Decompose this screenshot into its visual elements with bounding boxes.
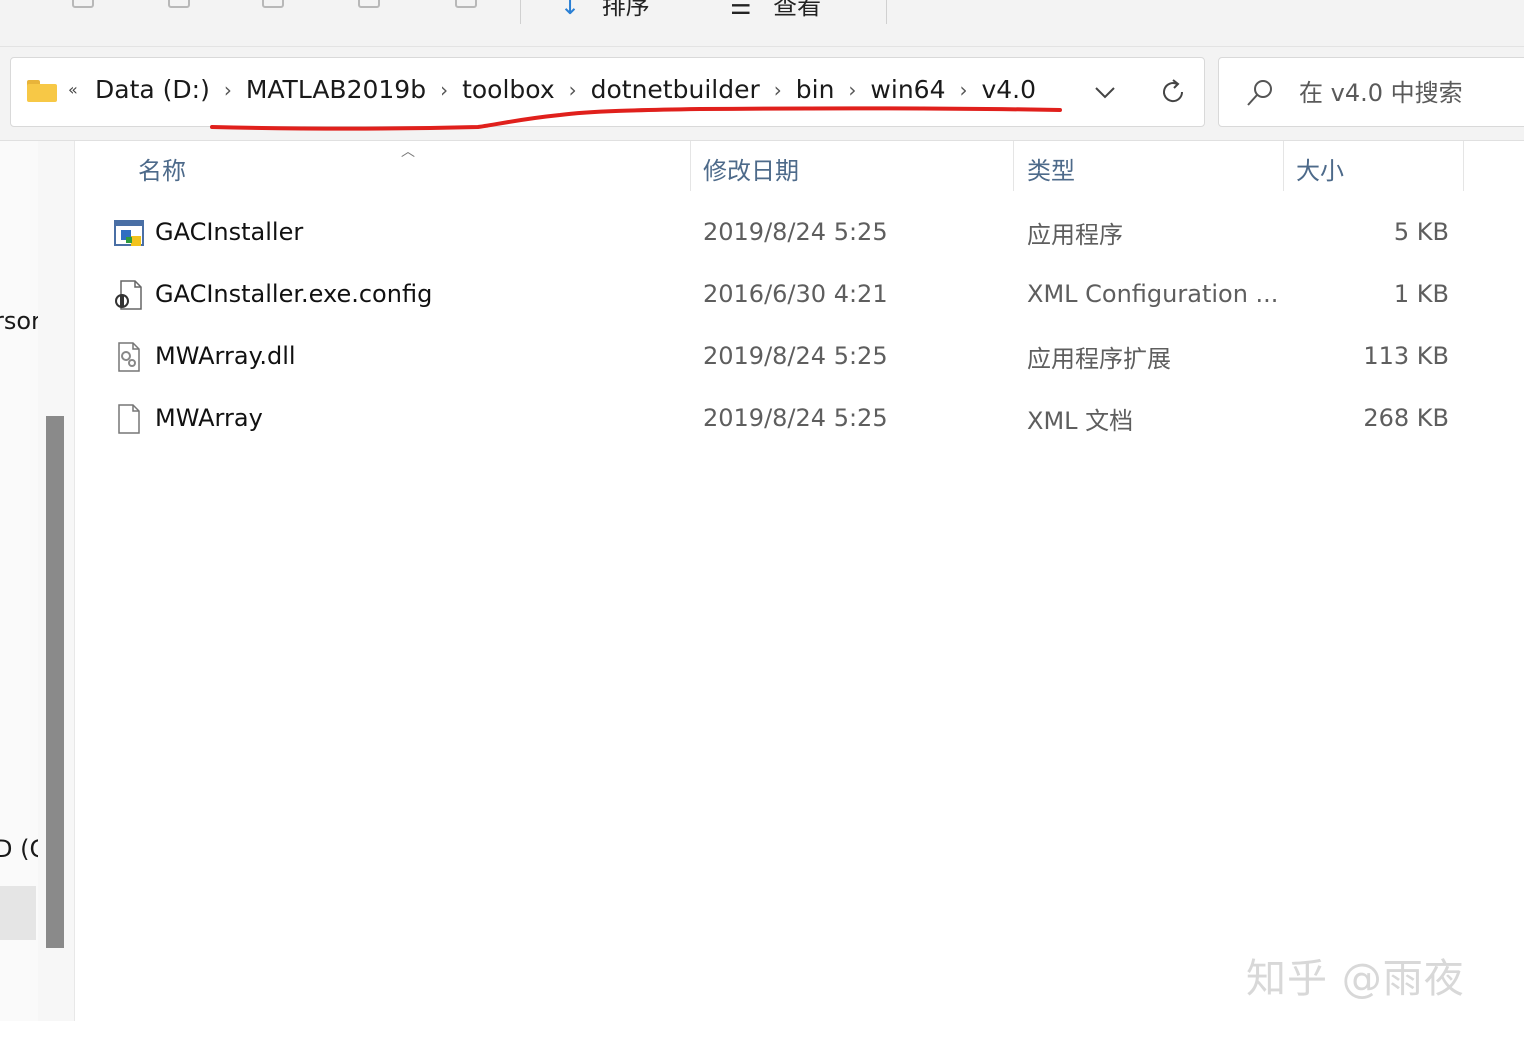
chevron-right-icon[interactable]: › xyxy=(569,78,577,102)
file-date: 2019/8/24 5:25 xyxy=(703,404,888,432)
nav-item-selected[interactable] xyxy=(0,886,36,940)
folder-icon xyxy=(27,80,57,102)
search-icon xyxy=(1247,80,1272,106)
column-divider[interactable] xyxy=(690,141,691,191)
view-label: 查看 xyxy=(773,0,822,20)
table-row[interactable]: MWArray 2019/8/24 5:25 XML 文档 268 KB xyxy=(75,387,1524,449)
file-size: 5 KB xyxy=(1393,218,1449,246)
address-bar[interactable]: « Data (D:) › MATLAB2019b › toolbox › do… xyxy=(10,57,1205,127)
nav-item-partial-drive[interactable]: D (C xyxy=(0,835,38,863)
paste-icon[interactable] xyxy=(168,0,190,8)
file-list: ︿ 名称 修改日期 类型 大小 GACInstaller 2019/8/24 5… xyxy=(75,141,1524,1038)
sort-ascending-icon: ︿ xyxy=(401,144,415,160)
file-name: MWArray.dll xyxy=(155,342,296,370)
chevron-right-icon[interactable]: › xyxy=(774,78,782,102)
config-file-icon xyxy=(115,280,142,310)
rename-icon[interactable] xyxy=(262,0,284,8)
file-type: XML Configuration ... xyxy=(1027,280,1279,308)
navigation-pane: rsor D (C xyxy=(0,141,38,1021)
share-icon[interactable] xyxy=(358,0,380,8)
nav-scrollbar-thumb[interactable] xyxy=(46,416,64,948)
column-divider[interactable] xyxy=(1463,141,1464,191)
address-row: « Data (D:) › MATLAB2019b › toolbox › do… xyxy=(0,47,1524,141)
breadcrumb-item-matlab2019b[interactable]: MATLAB2019b xyxy=(246,75,426,104)
file-name: MWArray xyxy=(155,404,263,432)
search-input[interactable] xyxy=(1299,75,1524,111)
chevron-right-icon[interactable]: › xyxy=(440,78,448,102)
chevron-down-icon[interactable] xyxy=(1091,78,1119,106)
table-row[interactable]: GACInstaller.exe.config 2016/6/30 4:21 X… xyxy=(75,263,1524,325)
document-file-icon xyxy=(118,404,140,434)
column-header-name[interactable]: 名称 xyxy=(138,142,186,194)
view-button[interactable]: ☰ 查看 xyxy=(730,0,821,21)
toolbar-divider xyxy=(886,0,887,24)
nav-scrollbar[interactable] xyxy=(38,141,75,1021)
chevron-right-icon[interactable]: › xyxy=(848,78,856,102)
breadcrumb-item-data-drive[interactable]: Data (D:) xyxy=(95,75,210,104)
breadcrumb-overflow-button[interactable]: « xyxy=(68,80,78,99)
file-name: GACInstaller xyxy=(155,218,304,246)
file-size: 113 KB xyxy=(1363,342,1449,370)
column-divider[interactable] xyxy=(1013,141,1014,191)
breadcrumb-item-v4[interactable]: v4.0 xyxy=(981,75,1036,104)
file-size: 268 KB xyxy=(1363,404,1449,432)
file-date: 2016/6/30 4:21 xyxy=(703,280,888,308)
file-type: 应用程序扩展 xyxy=(1027,344,1171,373)
sort-icon: ↓ xyxy=(560,0,581,20)
search-box[interactable] xyxy=(1218,57,1524,127)
delete-icon[interactable] xyxy=(455,0,477,8)
column-header-date[interactable]: 修改日期 xyxy=(703,142,799,194)
breadcrumb: Data (D:) › MATLAB2019b › toolbox › dotn… xyxy=(95,75,1036,104)
sort-label: 排序 xyxy=(601,0,650,20)
breadcrumb-item-win64[interactable]: win64 xyxy=(870,75,945,104)
table-row[interactable]: MWArray.dll 2019/8/24 5:25 应用程序扩展 113 KB xyxy=(75,325,1524,387)
table-row[interactable]: GACInstaller 2019/8/24 5:25 应用程序 5 KB xyxy=(75,201,1524,263)
breadcrumb-item-toolbox[interactable]: toolbox xyxy=(462,75,555,104)
file-name: GACInstaller.exe.config xyxy=(155,280,433,308)
sort-button[interactable]: ↓ 排序 xyxy=(560,0,650,21)
view-icon: ☰ xyxy=(730,0,752,20)
column-divider[interactable] xyxy=(1283,141,1284,191)
breadcrumb-item-bin[interactable]: bin xyxy=(796,75,835,104)
chevron-right-icon[interactable]: › xyxy=(959,78,967,102)
watermark: 知乎 @雨夜 xyxy=(1246,956,1465,1002)
column-header-type[interactable]: 类型 xyxy=(1027,142,1075,194)
nav-item-partial[interactable]: rsor xyxy=(0,307,38,335)
refresh-icon[interactable] xyxy=(1157,76,1189,108)
file-type: XML 文档 xyxy=(1027,406,1134,435)
copy-icon[interactable] xyxy=(72,0,94,8)
file-date: 2019/8/24 5:25 xyxy=(703,342,888,370)
application-icon xyxy=(114,220,144,246)
file-size: 1 KB xyxy=(1393,280,1449,308)
dll-file-icon xyxy=(118,342,140,372)
file-type: 应用程序 xyxy=(1027,220,1123,249)
breadcrumb-item-dotnetbuilder[interactable]: dotnetbuilder xyxy=(591,75,760,104)
command-bar: ↓ 排序 ☰ 查看 xyxy=(0,0,1524,47)
toolbar-divider xyxy=(520,0,521,24)
column-header-size[interactable]: 大小 xyxy=(1296,142,1344,194)
file-date: 2019/8/24 5:25 xyxy=(703,218,888,246)
chevron-right-icon[interactable]: › xyxy=(224,78,232,102)
